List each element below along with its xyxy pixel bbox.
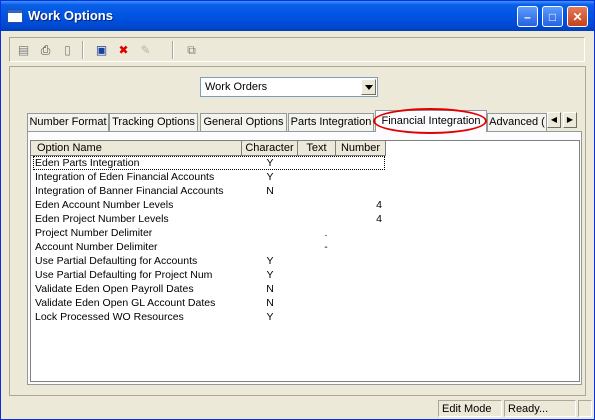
tab-scroll-right-button[interactable]: ▶ — [563, 112, 577, 128]
maximize-button[interactable]: □ — [542, 6, 563, 27]
character-cell[interactable]: Y — [242, 310, 298, 324]
character-cell[interactable] — [242, 240, 298, 254]
character-cell[interactable] — [242, 226, 298, 240]
tab-scroll-left-button[interactable]: ◀ — [547, 112, 561, 128]
number-cell[interactable] — [336, 184, 382, 198]
title-bar[interactable]: Work Options – □ ✕ — [1, 1, 594, 31]
number-cell[interactable] — [336, 268, 382, 282]
number-cell[interactable] — [336, 226, 382, 240]
option-name-cell[interactable]: Validate Eden Open GL Account Dates — [35, 296, 240, 310]
toolbar: ▤ ⎙ ▯ ▣ ✖ ✎ ⧉ — [9, 37, 585, 62]
option-name-cell[interactable]: Eden Parts Integration — [35, 156, 240, 170]
number-cell[interactable]: 4 — [336, 212, 382, 226]
toolbar-separator — [172, 41, 174, 59]
option-name-cell[interactable]: Use Partial Defaulting for Accounts — [35, 254, 240, 268]
character-cell[interactable] — [242, 212, 298, 226]
character-cell[interactable]: Y — [242, 254, 298, 268]
option-name-cell[interactable]: Project Number Delimiter — [35, 226, 240, 240]
option-name-cell[interactable]: Integration of Eden Financial Accounts — [35, 170, 240, 184]
resize-grip[interactable] — [578, 400, 592, 417]
tab-number-format[interactable]: Number Format — [27, 113, 109, 131]
work-options-window: Work Options – □ ✕ ▤ ⎙ ▯ ▣ ✖ ✎ ⧉ Work Orders N… — [0, 0, 595, 420]
number-cell[interactable]: 4 — [336, 198, 382, 212]
number-cell[interactable] — [336, 296, 382, 310]
column-header-text[interactable]: Text — [298, 141, 336, 156]
tab-tracking-options[interactable]: Tracking Options — [109, 113, 198, 131]
number-cell[interactable] — [336, 282, 382, 296]
edit-icon[interactable]: ✎ — [136, 41, 155, 59]
number-cell[interactable] — [336, 170, 382, 184]
character-cell[interactable]: N — [242, 184, 298, 198]
status-mode: Edit Mode — [438, 400, 502, 417]
module-select[interactable]: Work Orders — [200, 77, 378, 97]
character-cell[interactable]: N — [242, 282, 298, 296]
toolbar-separator — [82, 41, 84, 59]
grid-icon[interactable]: ▤ — [14, 41, 33, 59]
minimize-button[interactable]: – — [517, 6, 538, 27]
column-header-number[interactable]: Number — [336, 141, 386, 156]
number-cell[interactable] — [336, 156, 382, 170]
option-name-cell[interactable]: Account Number Delimiter — [35, 240, 240, 254]
options-grid[interactable]: Option Name Character Text Number Eden P… — [30, 140, 580, 382]
tab-parts-integration[interactable]: Parts Integration — [288, 113, 374, 131]
status-message: Ready... — [504, 400, 576, 417]
print-icon[interactable]: ⎙ — [36, 41, 55, 59]
option-name-cell[interactable]: Eden Account Number Levels — [35, 198, 240, 212]
export-icon[interactable]: ⧉ — [182, 41, 201, 59]
option-name-cell[interactable]: Eden Project Number Levels — [35, 212, 240, 226]
number-cell[interactable] — [336, 254, 382, 268]
tab-general-options[interactable]: General Options — [200, 113, 287, 131]
character-cell[interactable]: Y — [242, 170, 298, 184]
number-cell[interactable] — [336, 310, 382, 324]
column-header-character[interactable]: Character — [242, 141, 298, 156]
document-icon[interactable]: ▯ — [58, 41, 77, 59]
option-name-cell[interactable]: Use Partial Defaulting for Project Num — [35, 268, 240, 282]
highlight-ellipse — [373, 108, 487, 134]
save-icon[interactable]: ▣ — [92, 41, 111, 59]
window-icon — [7, 9, 23, 23]
character-cell[interactable] — [242, 198, 298, 212]
character-cell[interactable]: N — [242, 296, 298, 310]
number-cell[interactable] — [336, 240, 382, 254]
close-button[interactable]: ✕ — [567, 6, 588, 27]
module-select-value: Work Orders — [205, 81, 268, 93]
chevron-down-icon[interactable] — [361, 79, 376, 95]
character-cell[interactable]: Y — [242, 268, 298, 282]
option-name-cell[interactable]: Lock Processed WO Resources — [35, 310, 240, 324]
character-cell[interactable]: Y — [242, 156, 298, 170]
option-name-cell[interactable]: Integration of Banner Financial Accounts — [35, 184, 240, 198]
column-header-option-name[interactable]: Option Name — [31, 141, 242, 156]
option-name-cell[interactable]: Validate Eden Open Payroll Dates — [35, 282, 240, 296]
tab-advanced[interactable]: Advanced ( — [487, 113, 547, 131]
status-bar: Edit Mode Ready... — [1, 397, 594, 419]
delete-icon[interactable]: ✖ — [114, 41, 133, 59]
window-title: Work Options — [28, 8, 113, 23]
